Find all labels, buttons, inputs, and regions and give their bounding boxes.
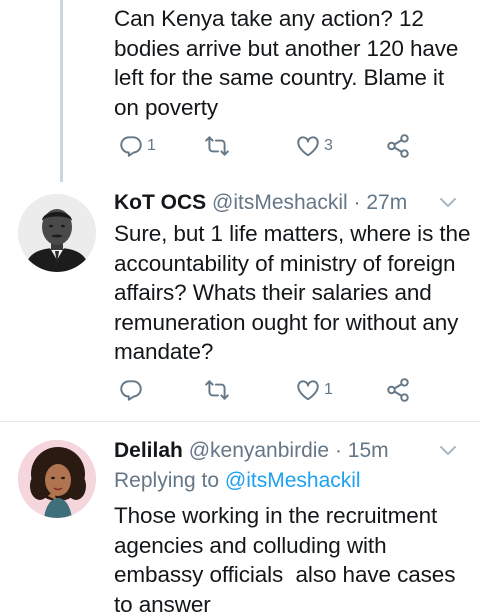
chevron-down-icon[interactable] xyxy=(438,196,458,210)
tweet-1-actions: 1 3 xyxy=(112,131,432,161)
tweet-1-text: Can Kenya take any action? 12 bodies arr… xyxy=(114,4,474,122)
retweet-icon xyxy=(205,380,229,400)
tweet-text-line: Can Kenya take any action? 12 xyxy=(114,6,424,31)
avatar-portrait-image xyxy=(18,194,96,272)
share-icon xyxy=(387,134,409,158)
tweet-timestamp[interactable]: · 15m xyxy=(335,439,389,462)
tweet-3[interactable]: Delilah @kenyanbirdie · 15m Replying to … xyxy=(0,422,480,614)
avatar[interactable] xyxy=(18,194,96,272)
like-count: 3 xyxy=(324,137,333,154)
user-handle[interactable]: @itsMeshackil xyxy=(212,191,348,214)
tweet-timestamp[interactable]: · 27m xyxy=(354,191,408,214)
share-icon xyxy=(387,378,409,402)
tweet-text-line: affairs? Whats their salaries and xyxy=(114,280,432,305)
tweet-header: Delilah @kenyanbirdie · 15m xyxy=(114,438,389,464)
tweet-text-line: Sure, but 1 life matters, where is the xyxy=(114,221,471,246)
tweet-text-line: to answer xyxy=(114,591,211,614)
reply-count: 1 xyxy=(147,137,156,154)
replying-to-mention-link[interactable]: @itsMeshackil xyxy=(225,469,361,492)
reply-button[interactable] xyxy=(118,375,147,405)
tweet-2[interactable]: KoT OCS @itsMeshackil · 27m Sure, but 1 … xyxy=(0,182,480,422)
heart-icon xyxy=(297,136,319,157)
display-name[interactable]: Delilah xyxy=(114,439,183,462)
tweet-text-line: left for the same country. Blame it xyxy=(114,65,444,90)
tweet-header: KoT OCS @itsMeshackil · 27m xyxy=(114,190,407,216)
share-button[interactable] xyxy=(385,131,411,161)
like-button[interactable]: 3 xyxy=(295,131,333,161)
tweet-text-line: on poverty xyxy=(114,94,219,120)
like-button[interactable]: 1 xyxy=(295,375,333,405)
heart-icon xyxy=(297,380,319,401)
tweet-text-line: mandate? xyxy=(114,339,214,364)
share-button[interactable] xyxy=(385,375,411,405)
tweet-2-text: Sure, but 1 life matters, where is the a… xyxy=(114,219,476,367)
reply-icon xyxy=(120,380,142,401)
reply-button[interactable]: 1 xyxy=(118,131,156,161)
replying-to-label: Replying to xyxy=(114,469,220,492)
like-count: 1 xyxy=(324,381,333,398)
tweet-1[interactable]: Can Kenya take any action? 12 bodies arr… xyxy=(0,0,480,182)
chevron-down-icon[interactable] xyxy=(438,444,458,458)
tweet-text-line: agencies and colluding with xyxy=(114,532,387,558)
tweet-text-line: accountability of ministry of foreign xyxy=(114,250,456,276)
retweet-icon xyxy=(205,136,229,156)
tweet-text-line: embassy officials also have cases xyxy=(114,562,456,587)
retweet-button[interactable] xyxy=(204,131,230,161)
tweet-text-line: remuneration ought for without any xyxy=(114,309,459,335)
retweet-button[interactable] xyxy=(204,375,230,405)
user-handle[interactable]: @kenyanbirdie xyxy=(189,439,329,462)
tweet-2-actions: 1 xyxy=(112,375,432,405)
tweet-text-line: bodies arrive but another 120 have xyxy=(114,35,459,61)
replying-to: Replying to @itsMeshackil xyxy=(114,468,361,494)
reply-icon xyxy=(120,136,142,157)
display-name[interactable]: KoT OCS xyxy=(114,191,206,214)
tweet-text-line: Those working in the recruitment xyxy=(114,503,438,528)
tweet-3-text: Those working in the recruitment agencie… xyxy=(114,501,476,614)
avatar[interactable] xyxy=(18,440,96,518)
avatar-illustration-image xyxy=(18,440,96,518)
